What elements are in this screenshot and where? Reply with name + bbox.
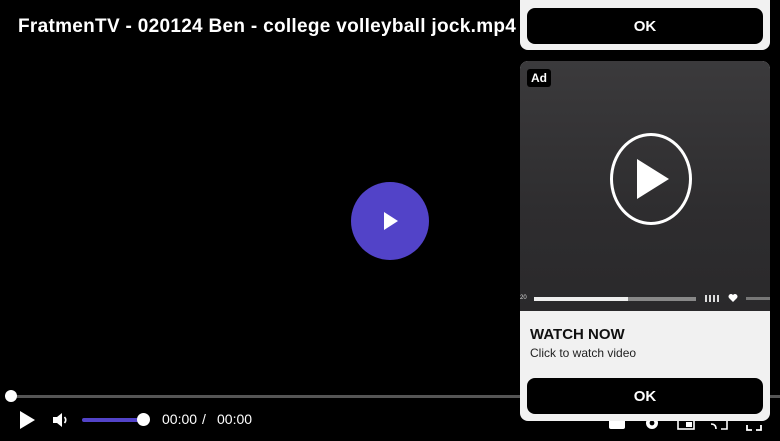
play-button[interactable] bbox=[14, 408, 40, 432]
volume-slider[interactable] bbox=[82, 418, 144, 422]
ad-thumb-volume-icon bbox=[705, 295, 721, 302]
current-time: 00:00 bbox=[162, 411, 198, 427]
ad-headline: WATCH NOW bbox=[530, 326, 625, 343]
volume-icon bbox=[53, 413, 67, 427]
ad-top-panel: OK bbox=[520, 0, 770, 50]
volume-handle[interactable] bbox=[137, 413, 150, 426]
ad-subtext: Click to watch video bbox=[530, 346, 637, 360]
ad-thumbnail[interactable]: Ad 20 bbox=[520, 61, 770, 311]
ad-top-ok-button[interactable]: OK bbox=[527, 8, 763, 44]
ad-play-overlay[interactable] bbox=[610, 133, 692, 225]
duration: 00:00 bbox=[217, 411, 253, 427]
volume-button[interactable] bbox=[50, 410, 72, 430]
ad-thumb-progress-fill bbox=[534, 297, 628, 301]
seek-handle[interactable] bbox=[5, 390, 17, 402]
big-play-button[interactable] bbox=[351, 182, 429, 260]
ad-card[interactable]: Ad 20 WATCH NOW Click to watch video OK bbox=[520, 61, 770, 421]
heart-icon bbox=[728, 294, 738, 302]
play-icon bbox=[637, 159, 669, 199]
ad-thumb-time: 20 bbox=[520, 295, 527, 301]
play-icon bbox=[20, 411, 35, 429]
ad-thumb-logo bbox=[746, 297, 770, 300]
video-title: FratmenTV - 020124 Ben - college volleyb… bbox=[18, 16, 517, 37]
ad-badge: Ad bbox=[527, 69, 551, 87]
time-separator: / bbox=[202, 411, 206, 427]
ad-ok-button[interactable]: OK bbox=[527, 378, 763, 414]
play-icon bbox=[384, 212, 398, 230]
